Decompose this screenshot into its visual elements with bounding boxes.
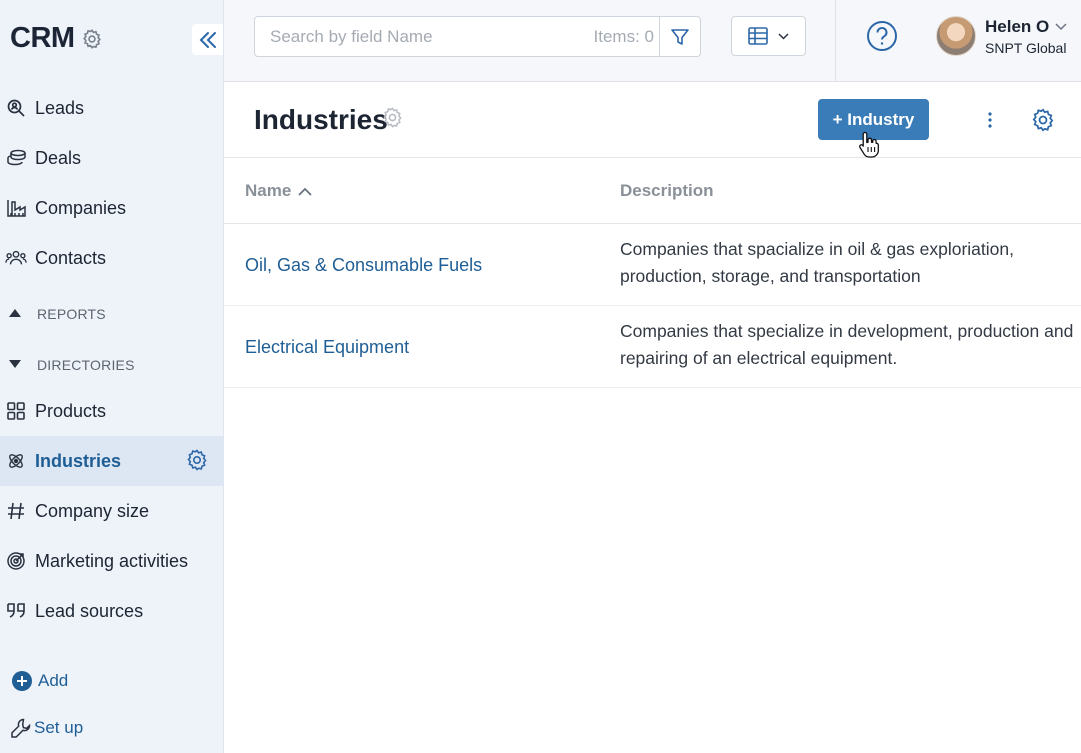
page-header: Industries + Industry [224,82,1081,158]
search-box: Items: 0 [254,16,701,57]
topbar: Items: 0 Helen O SNPT Global [224,0,1081,82]
plus-circle-icon [12,671,32,691]
sidebar-item-label: Contacts [35,247,107,268]
column-header-name[interactable]: Name [245,181,312,201]
industry-name-link[interactable]: Oil, Gas & Consumable Fuels [245,224,482,306]
section-label: DIRECTORIES [37,357,135,373]
user-name-row: Helen O [985,17,1067,37]
sidebar-item-label: Lead sources [35,600,144,621]
table-row[interactable]: Electrical Equipment Companies that spec… [224,306,1081,388]
hand-cursor-icon [859,131,879,158]
user-menu[interactable]: Helen O SNPT Global [936,16,1067,56]
industry-description: Companies that spacialize in oil & gas e… [620,239,1014,286]
search-input[interactable] [255,17,585,56]
coins-icon [5,147,27,169]
column-label: Description [620,181,714,200]
user-org: SNPT Global [985,39,1067,56]
setup-button[interactable]: Set up [10,717,83,739]
column-header-description[interactable]: Description [620,181,714,201]
sort-ascending-icon [298,187,312,196]
view-mode-button[interactable] [731,16,806,56]
gear-icon [1032,108,1054,132]
sidebar-item-label: Products [35,400,107,421]
more-vertical-icon [988,112,992,128]
sidebar-item-industries[interactable]: Industries [0,436,223,486]
sidebar-item-leads[interactable]: Leads [0,83,223,133]
filter-button[interactable] [659,17,700,56]
gear-icon[interactable] [185,448,209,472]
table-row[interactable]: Oil, Gas & Consumable Fuels Companies th… [224,224,1081,306]
items-count: Items: 0 [593,27,654,46]
industries-table: Name Description Oil, Gas & Consumable F… [224,158,1081,388]
grid-icon [5,400,27,422]
collapse-sidebar-button[interactable] [192,24,223,55]
sidebar-item-label: Leads [35,97,85,118]
question-circle-icon [867,21,897,51]
brand: CRM [10,22,103,55]
more-options-button[interactable] [982,108,998,132]
sidebar-item-products[interactable]: Products [0,386,223,436]
search-person-icon [5,97,27,119]
table-view-icon [748,27,768,45]
page-settings-button[interactable] [1030,107,1056,133]
sidebar-item-companies[interactable]: Companies [0,183,223,233]
divider [835,0,836,82]
sidebar-item-label: Marketing activities [35,550,189,571]
double-chevron-left-icon [199,31,216,48]
sidebar-item-label: Company size [35,500,150,521]
chevron-down-icon [778,32,789,40]
sidebar-item-company-size[interactable]: Company size [0,486,223,536]
section-reports[interactable]: REPORTS [8,306,106,322]
industry-name-link[interactable]: Electrical Equipment [245,306,409,388]
sidebar-item-label: Deals [35,147,82,168]
avatar [936,16,976,56]
industry-description: Companies that specialize in development… [620,321,1074,368]
triangle-down-icon [8,359,24,371]
atom-icon [5,450,27,472]
sidebar-item-contacts[interactable]: Contacts [0,233,223,283]
column-label: Name [245,181,292,200]
app-title: CRM [10,22,75,54]
sidebar-item-deals[interactable]: Deals [0,133,223,183]
add-label: Add [38,671,69,690]
gear-icon[interactable] [81,28,103,50]
table-header: Name Description [224,158,1081,224]
hash-icon [5,500,27,522]
sidebar-item-lead-sources[interactable]: Lead sources [0,586,223,636]
user-name: Helen O [985,16,1050,36]
section-label: REPORTS [37,306,106,322]
sidebar: CRM Leads Deals Companies Contacts REPOR… [0,0,224,753]
triangle-up-icon [8,308,24,320]
help-button[interactable] [866,20,898,52]
filter-icon [671,28,689,45]
page-title: Industries [254,104,388,135]
sidebar-item-label: Industries [35,450,122,471]
target-icon [5,550,27,572]
quote-icon [5,600,27,622]
sidebar-item-label: Companies [35,197,127,218]
wrench-icon [11,718,31,738]
sidebar-item-marketing-activities[interactable]: Marketing activities [0,536,223,586]
section-directories[interactable]: DIRECTORIES [8,357,135,373]
gear-icon[interactable] [381,106,404,129]
chevron-down-icon [1055,22,1067,30]
add-directory-button[interactable]: Add [12,671,68,691]
people-icon [5,247,27,269]
setup-label: Set up [34,718,84,737]
user-info: Helen O SNPT Global [985,17,1067,56]
factory-icon [5,197,27,219]
